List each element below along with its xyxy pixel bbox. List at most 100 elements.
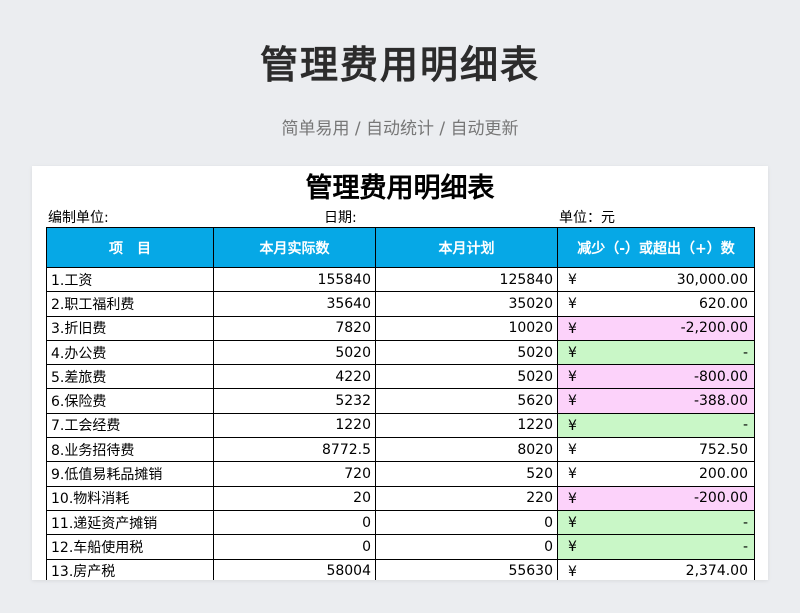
table-row: 7.工会经费 1220 1220 ¥ - (46, 412, 755, 439)
column-header-item: 项 目 (46, 227, 214, 268)
column-header-actual: 本月实际数 (213, 227, 376, 268)
cell-difference[interactable]: ¥ -388.00 (557, 388, 755, 414)
cell-item[interactable]: 12.车船使用税 (46, 534, 214, 560)
cell-plan[interactable]: 35020 (375, 291, 558, 317)
cell-actual[interactable]: 5020 (213, 339, 376, 366)
currency-symbol: ¥ (568, 539, 577, 556)
table-row: 4.办公费 5020 5020 ¥ - (46, 339, 755, 366)
cell-plan[interactable]: 520 (375, 461, 558, 487)
difference-value: 752.50 (699, 441, 748, 458)
table-row: 12.车船使用税 0 0 ¥ - (46, 534, 755, 560)
currency-symbol: ¥ (568, 296, 577, 313)
difference-value: - (742, 344, 748, 361)
difference-value: 200.00 (699, 466, 748, 483)
cell-plan[interactable]: 0 (375, 509, 558, 536)
cell-plan[interactable]: 5020 (375, 339, 558, 366)
cell-item[interactable]: 5.差旅费 (46, 364, 214, 390)
page-title: 管理费用明细表 (259, 43, 540, 87)
table-row: 11.递延资产摊销 0 0 ¥ - (46, 509, 755, 536)
cell-item[interactable]: 13.房产税 (46, 558, 214, 580)
cell-plan[interactable]: 5620 (375, 388, 558, 414)
difference-value: - (742, 514, 748, 531)
cell-actual[interactable]: 1220 (213, 412, 376, 439)
cell-item[interactable]: 7.工会经费 (46, 412, 214, 439)
table-row: 5.差旅费 4220 5020 ¥ -800.00 (46, 364, 755, 390)
table-row: 8.业务招待费 8772.5 8020 ¥752.50 (46, 437, 755, 463)
table-row: 6.保险费 5232 5620 ¥ -388.00 (46, 388, 755, 414)
table-header-row: 项 目 本月实际数 本月计划 减少（-）或超出（+）数 (46, 227, 755, 268)
cell-difference[interactable]: ¥ - (557, 509, 755, 536)
sheet-title: 管理费用明细表 (305, 173, 495, 204)
unit-label: 编制单位: (48, 210, 109, 226)
cell-item[interactable]: 8.业务招待费 (46, 437, 214, 463)
currency-symbol: ¥ (568, 369, 577, 386)
table-row: 2.职工福利费 35640 35020 ¥620.00 (46, 291, 755, 317)
cell-difference[interactable]: ¥30,000.00 (557, 266, 755, 293)
cell-actual[interactable]: 58004 (213, 558, 376, 580)
cell-actual[interactable]: 8772.5 (213, 437, 376, 463)
page-tagline: 简单易用 / 自动统计 / 自动更新 (281, 119, 519, 139)
difference-value: -200.00 (693, 490, 748, 507)
cell-actual[interactable]: 7820 (213, 315, 376, 341)
cell-plan[interactable]: 10020 (375, 315, 558, 341)
currency-symbol: ¥ (568, 272, 577, 288)
currency-symbol: ¥ (568, 417, 577, 434)
cell-item[interactable]: 9.低值易耗品摊销 (46, 461, 214, 487)
currency-symbol: ¥ (568, 320, 577, 337)
cell-difference[interactable]: ¥ -800.00 (557, 364, 755, 390)
table-row: 3.折旧费 7820 10020 ¥ -2,200.00 (46, 315, 755, 341)
expense-table: 项 目 本月实际数 本月计划 减少（-）或超出（+）数 1.工资 155840 12… (46, 227, 755, 580)
difference-value: -800.00 (693, 368, 748, 385)
currency-label: 单位：元 (559, 210, 615, 226)
currency-symbol: ¥ (568, 563, 577, 580)
cell-difference[interactable]: ¥ - (557, 339, 755, 366)
cell-plan[interactable]: 125840 (375, 266, 558, 293)
date-label: 日期: (324, 210, 357, 226)
cell-difference[interactable]: ¥ -200.00 (557, 485, 755, 511)
cell-plan[interactable]: 0 (375, 534, 558, 560)
table-row: 1.工资 155840 125840 ¥30,000.00 (46, 266, 755, 293)
difference-value: - (742, 538, 748, 555)
cell-actual[interactable]: 35640 (213, 291, 376, 317)
difference-value: 2,374.00 (685, 563, 748, 580)
cell-item[interactable]: 3.折旧费 (46, 315, 214, 341)
currency-symbol: ¥ (568, 442, 577, 459)
cell-plan[interactable]: 1220 (375, 412, 558, 439)
cell-actual[interactable]: 0 (213, 534, 376, 560)
cell-difference[interactable]: ¥752.50 (557, 437, 755, 463)
cell-difference[interactable]: ¥620.00 (557, 291, 755, 317)
cell-plan[interactable]: 5020 (375, 364, 558, 390)
cell-item[interactable]: 2.职工福利费 (46, 291, 214, 317)
cell-difference[interactable]: ¥200.00 (557, 461, 755, 487)
cell-difference[interactable]: ¥ - (557, 412, 755, 439)
cell-plan[interactable]: 55630 (375, 558, 558, 580)
spreadsheet-preview: 管理费用明细表 编制单位: 日期: 单位：元 项 目 本月实际数 本月计划 减少… (32, 166, 768, 580)
cell-difference[interactable]: ¥ - (557, 534, 755, 560)
cell-actual[interactable]: 155840 (213, 266, 376, 293)
cell-actual[interactable]: 0 (213, 509, 376, 536)
cell-actual[interactable]: 5232 (213, 388, 376, 414)
cell-item[interactable]: 11.递延资产摊销 (46, 509, 214, 536)
cell-plan[interactable]: 220 (375, 485, 558, 511)
cell-difference[interactable]: ¥ -2,200.00 (557, 315, 755, 341)
difference-value: - (742, 417, 748, 434)
currency-symbol: ¥ (568, 393, 577, 410)
column-header-plan: 本月计划 (375, 227, 558, 268)
cell-item[interactable]: 1.工资 (46, 266, 214, 293)
cell-item[interactable]: 10.物料消耗 (46, 485, 214, 511)
table-row: 13.房产税 58004 55630 ¥2,374.00 (46, 558, 755, 580)
table-row: 9.低值易耗品摊销 720 520 ¥200.00 (46, 461, 755, 487)
difference-value: -2,200.00 (680, 320, 748, 337)
difference-value: -388.00 (693, 393, 748, 410)
column-header-difference: 减少（-）或超出（+）数 (557, 227, 755, 268)
currency-symbol: ¥ (568, 466, 577, 483)
cell-plan[interactable]: 8020 (375, 437, 558, 463)
cell-item[interactable]: 6.保险费 (46, 388, 214, 414)
cell-actual[interactable]: 4220 (213, 364, 376, 390)
cell-item[interactable]: 4.办公费 (46, 339, 214, 366)
cell-difference[interactable]: ¥2,374.00 (557, 558, 755, 580)
table-row: 10.物料消耗 20 220 ¥ -200.00 (46, 485, 755, 511)
cell-actual[interactable]: 20 (213, 485, 376, 511)
cell-actual[interactable]: 720 (213, 461, 376, 487)
currency-symbol: ¥ (568, 490, 577, 507)
